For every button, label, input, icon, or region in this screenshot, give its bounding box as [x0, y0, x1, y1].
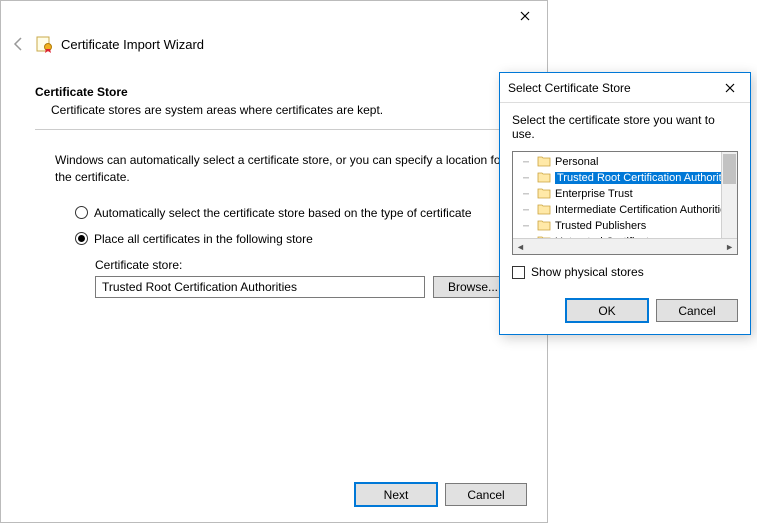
tree-branch-icon: ⋯ — [519, 189, 533, 200]
tree-item[interactable]: ⋯ Personal — [517, 154, 721, 170]
tree-item[interactable]: ⋯Trusted Root Certification Authorities — [517, 170, 721, 186]
wizard-header: Certificate Import Wizard — [1, 31, 547, 67]
folder-icon — [537, 155, 551, 170]
radio-place-all[interactable]: Place all certificates in the following … — [75, 232, 513, 246]
tree-branch-icon: ⋯ — [519, 173, 533, 184]
horizontal-scrollbar[interactable]: ◄► — [513, 238, 737, 254]
cancel-button[interactable]: Cancel — [656, 299, 738, 322]
next-button[interactable]: Next — [355, 483, 437, 506]
tree-item-label: Personal — [555, 156, 598, 168]
folder-icon — [537, 171, 551, 186]
tree-item[interactable]: ⋯ Trusted Publishers — [517, 218, 721, 234]
section-heading: Certificate Store — [35, 85, 513, 99]
cancel-button[interactable]: Cancel — [445, 483, 527, 506]
ok-button[interactable]: OK — [566, 299, 648, 322]
tree-item-label: Enterprise Trust — [555, 188, 633, 200]
radio-auto-select[interactable]: Automatically select the certificate sto… — [75, 206, 513, 220]
store-field-label: Certificate store: — [95, 258, 513, 272]
radio-icon — [75, 206, 88, 219]
wizard-titlebar — [1, 1, 547, 31]
description-text: Windows can automatically select a certi… — [55, 152, 513, 186]
folder-icon — [537, 219, 551, 234]
tree-item-label: Trusted Root Certification Authorities — [555, 172, 738, 184]
dialog-body: Select the certificate store you want to… — [500, 103, 750, 279]
tree-branch-icon: ⋯ — [519, 205, 533, 216]
wizard-title: Certificate Import Wizard — [61, 37, 204, 52]
tree-item[interactable]: ⋯ Enterprise Trust — [517, 186, 721, 202]
tree-branch-icon: ⋯ — [519, 221, 533, 232]
close-icon[interactable] — [710, 73, 750, 103]
vertical-scrollbar[interactable] — [721, 152, 737, 238]
certificate-store-input[interactable] — [95, 276, 425, 298]
certificate-store-group: Certificate store: Browse... — [95, 258, 513, 298]
radio-place-label: Place all certificates in the following … — [94, 232, 313, 246]
dialog-footer: OK Cancel — [566, 299, 738, 322]
select-certificate-store-dialog: Select Certificate Store Select the cert… — [499, 72, 751, 335]
section-subtext: Certificate stores are system areas wher… — [51, 103, 513, 117]
close-icon[interactable] — [503, 1, 547, 31]
checkbox-icon — [512, 266, 525, 279]
dialog-instruction: Select the certificate store you want to… — [512, 113, 738, 141]
separator — [35, 129, 513, 130]
dialog-title: Select Certificate Store — [508, 81, 631, 95]
back-arrow-icon[interactable] — [11, 36, 27, 52]
dialog-titlebar: Select Certificate Store — [500, 73, 750, 103]
wizard-body: Certificate Store Certificate stores are… — [1, 67, 547, 298]
wizard-footer: Next Cancel — [355, 483, 527, 506]
tree-branch-icon: ⋯ — [519, 157, 533, 168]
tree-item[interactable]: ⋯Intermediate Certification Authorities — [517, 202, 721, 218]
folder-icon — [537, 203, 551, 218]
show-physical-stores-checkbox[interactable]: Show physical stores — [512, 265, 738, 279]
folder-icon — [537, 187, 551, 202]
certificate-import-wizard-window: Certificate Import Wizard Certificate St… — [0, 0, 548, 523]
certificate-icon — [35, 35, 53, 53]
tree-item-label: Intermediate Certification Authorities — [555, 204, 732, 216]
tree-item-label: Trusted Publishers — [555, 220, 646, 232]
certificate-store-tree[interactable]: ⋯Personal⋯Trusted Root Certification Aut… — [512, 151, 738, 255]
radio-icon — [75, 232, 88, 245]
show-physical-label: Show physical stores — [531, 265, 644, 279]
radio-auto-label: Automatically select the certificate sto… — [94, 206, 472, 220]
